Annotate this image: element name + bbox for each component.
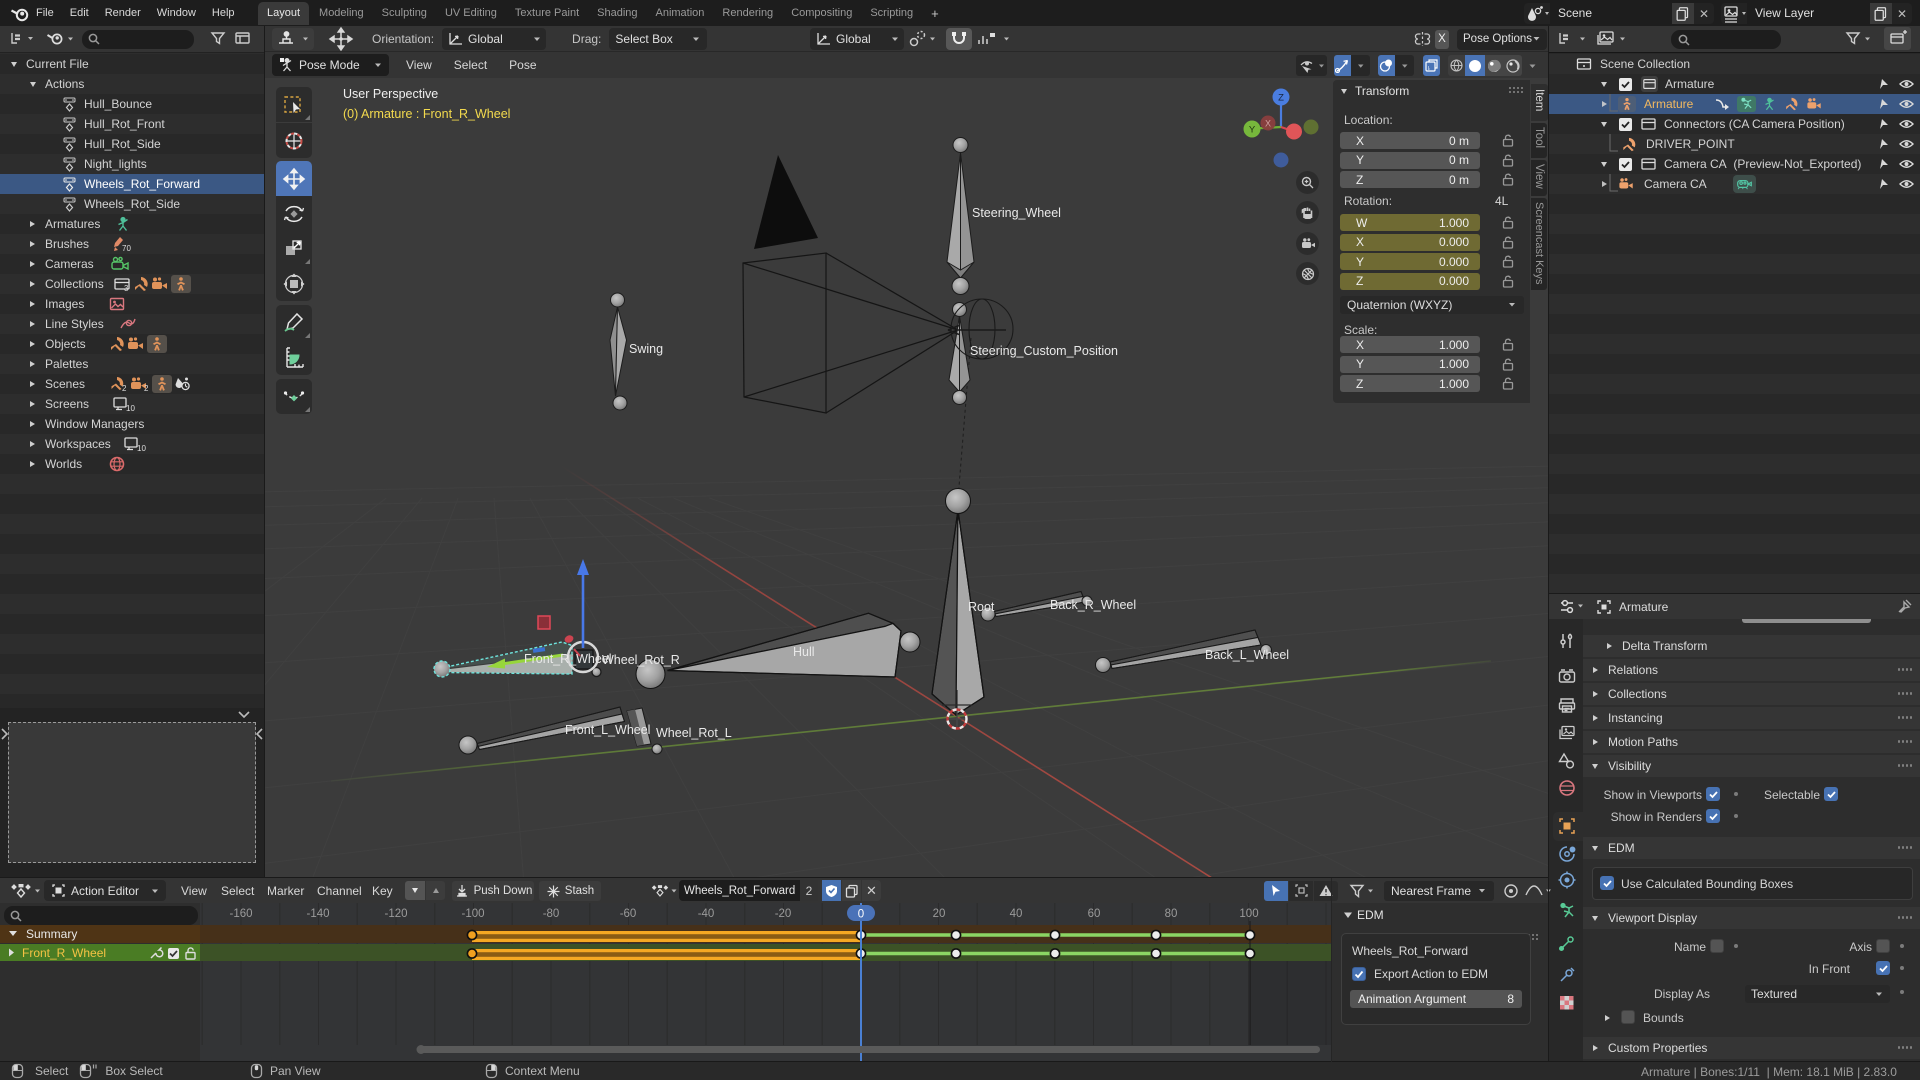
svg-text:70: 70	[122, 244, 131, 253]
svg-text:(0) Armature : Front_R_Wheel: (0) Armature : Front_R_Wheel	[343, 107, 510, 121]
svg-text:3: 3	[124, 284, 129, 293]
svg-text:Back_L_Wheel: Back_L_Wheel	[1205, 648, 1289, 662]
svg-text:2: 2	[144, 384, 149, 393]
svg-text:0: 0	[858, 909, 864, 921]
svg-text:-40: -40	[698, 908, 715, 920]
svg-text:-20: -20	[775, 908, 792, 920]
svg-text:User Perspective: User Perspective	[343, 87, 438, 101]
svg-text:Front_L_Wheel: Front_L_Wheel	[565, 723, 650, 737]
svg-text:Y: Y	[1249, 125, 1256, 136]
svg-text:Front_R_Wheel: Front_R_Wheel	[524, 652, 612, 666]
svg-text:Hull: Hull	[793, 645, 815, 659]
svg-text:-120: -120	[384, 908, 407, 920]
svg-text:-140: -140	[306, 908, 329, 920]
svg-text:Swing: Swing	[629, 342, 663, 356]
svg-text:60: 60	[1088, 908, 1101, 920]
svg-text:-160: -160	[229, 908, 252, 920]
svg-text:Wheel_Rot_R: Wheel_Rot_R	[602, 653, 680, 667]
svg-text:20: 20	[933, 908, 946, 920]
svg-text:80: 80	[1165, 908, 1178, 920]
svg-text:Steering_Custom_Position: Steering_Custom_Position	[970, 344, 1118, 358]
svg-text:Root: Root	[968, 600, 995, 614]
svg-text:X: X	[1265, 119, 1271, 129]
svg-text:Z: Z	[1278, 93, 1284, 104]
svg-text:40: 40	[1010, 908, 1023, 920]
svg-text:2: 2	[122, 384, 127, 393]
svg-text:Wheel_Rot_L: Wheel_Rot_L	[656, 726, 732, 740]
svg-text:-60: -60	[620, 908, 637, 920]
svg-text:Back_R_Wheel: Back_R_Wheel	[1050, 598, 1136, 612]
svg-text:-100: -100	[461, 908, 484, 920]
svg-text:100: 100	[1239, 908, 1258, 920]
svg-text:Steering_Wheel: Steering_Wheel	[972, 206, 1061, 220]
svg-text:10: 10	[137, 444, 146, 453]
svg-text:-80: -80	[543, 908, 560, 920]
svg-text:10: 10	[126, 404, 135, 413]
